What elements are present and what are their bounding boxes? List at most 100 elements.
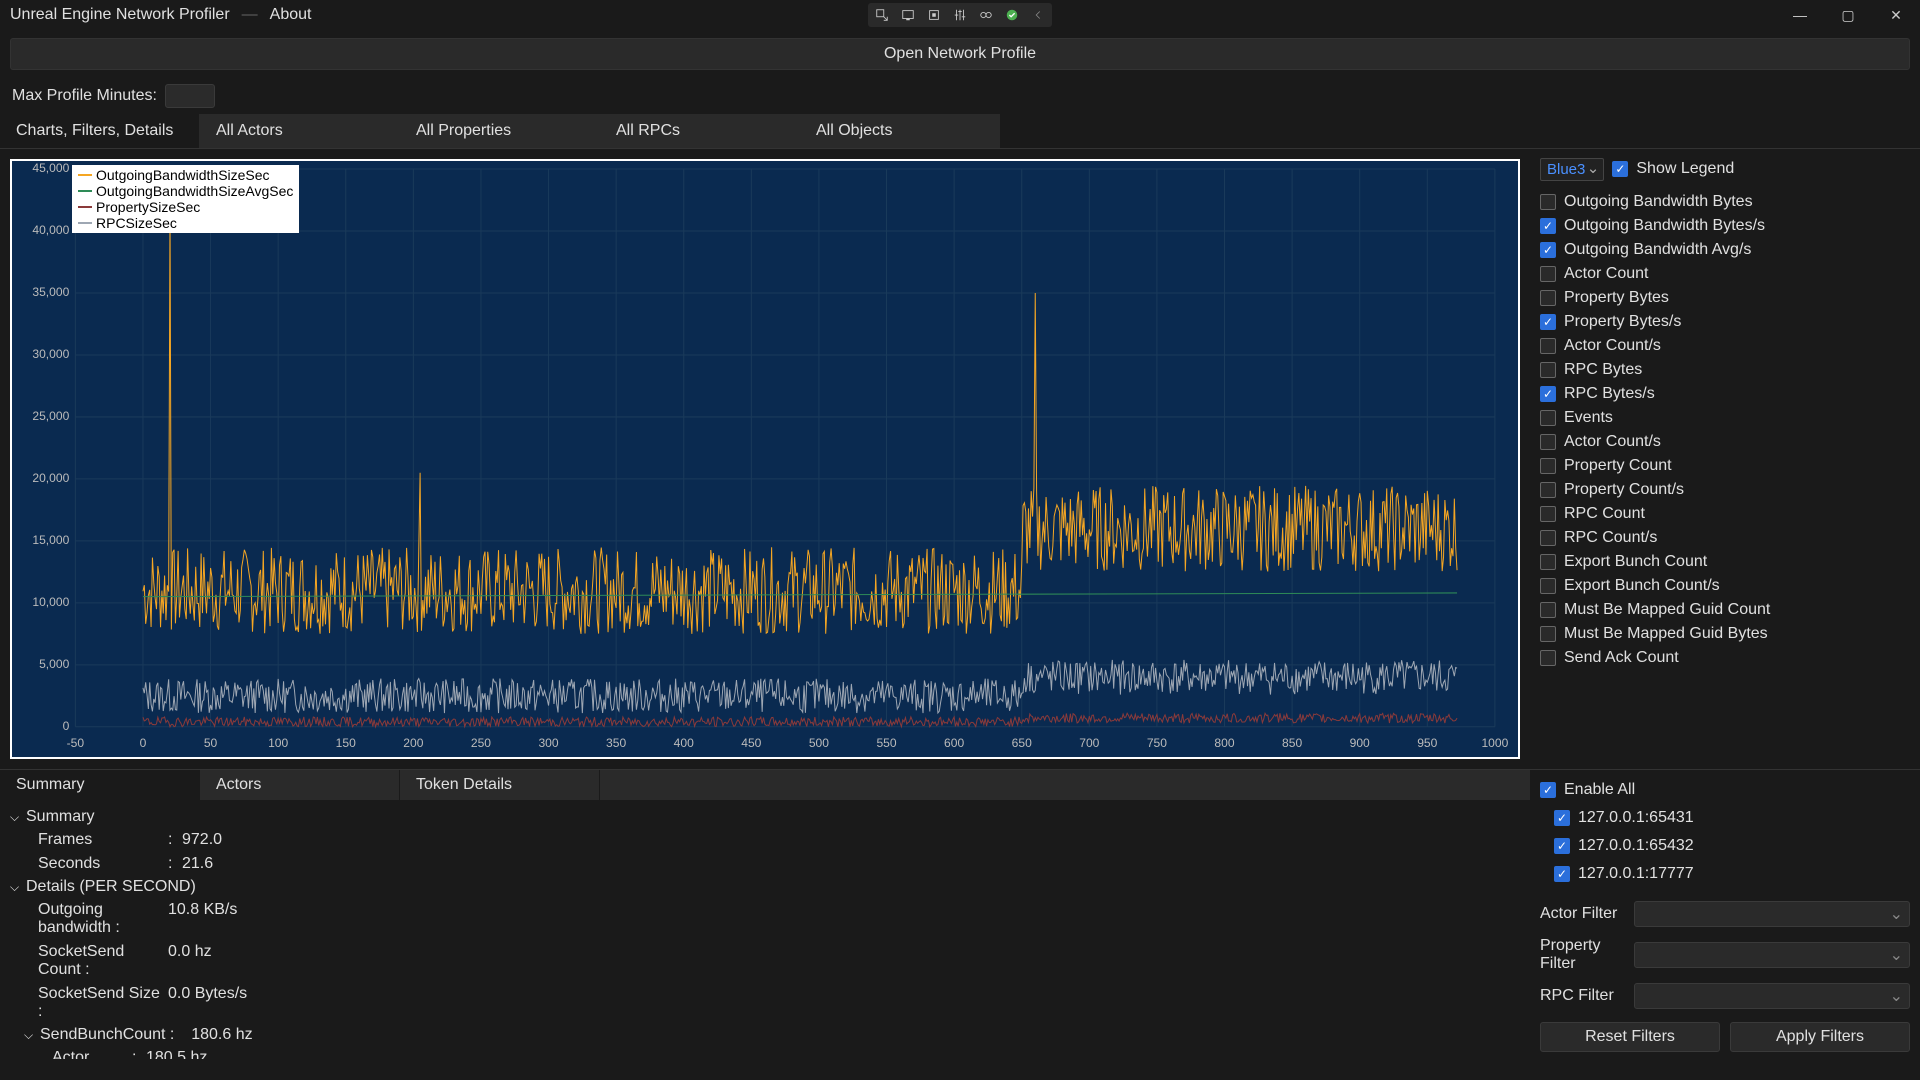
series-check-rpc-bytes[interactable]: RPC Bytes	[1540, 358, 1910, 382]
series-check-property-bytes-s[interactable]: Property Bytes/s	[1540, 310, 1910, 334]
tab-charts-filters-details[interactable]: Charts, Filters, Details	[0, 114, 200, 148]
series-check-outgoing-bandwidth-avg-s[interactable]: Outgoing Bandwidth Avg/s	[1540, 238, 1910, 262]
tab-all-properties[interactable]: All Properties	[400, 114, 600, 148]
svg-text:15,000: 15,000	[32, 533, 69, 547]
app-title: Unreal Engine Network Profiler	[10, 6, 230, 24]
series-check-must-be-mapped-guid-bytes[interactable]: Must Be Mapped Guid Bytes	[1540, 622, 1910, 646]
series-check-send-ack-count[interactable]: Send Ack Count	[1540, 646, 1910, 670]
svg-text:100: 100	[268, 736, 288, 750]
series-check-outgoing-bandwidth-bytes-s[interactable]: Outgoing Bandwidth Bytes/s	[1540, 214, 1910, 238]
enable-all-checkbox[interactable]: Enable All	[1540, 778, 1910, 802]
svg-text:30,000: 30,000	[32, 347, 69, 361]
details-panel: SummaryActorsToken Details Summary Frame…	[0, 770, 1530, 1059]
svg-text:500: 500	[809, 736, 829, 750]
svg-text:0: 0	[63, 719, 70, 733]
series-check-actor-count-s[interactable]: Actor Count/s	[1540, 430, 1910, 454]
series-check-outgoing-bandwidth-bytes[interactable]: Outgoing Bandwidth Bytes	[1540, 190, 1910, 214]
summary-body: Summary Frames:972.0 Seconds:21.6 Detail…	[0, 800, 1530, 1059]
svg-text:-50: -50	[67, 736, 85, 750]
svg-text:400: 400	[674, 736, 694, 750]
sendbunch-header[interactable]: SendBunchCount : 180.6 hz	[10, 1024, 1520, 1046]
svg-text:50: 50	[204, 736, 218, 750]
property-filter-select[interactable]	[1634, 942, 1910, 968]
series-check-property-count-s[interactable]: Property Count/s	[1540, 478, 1910, 502]
chevron-left-icon[interactable]	[1026, 5, 1050, 25]
chart-area: 05,00010,00015,00020,00025,00030,00035,0…	[0, 149, 1530, 769]
svg-text:950: 950	[1417, 736, 1437, 750]
btab-actors[interactable]: Actors	[200, 770, 400, 800]
about-menu[interactable]: About	[270, 6, 312, 24]
series-check-actor-count[interactable]: Actor Count	[1540, 262, 1910, 286]
close-button[interactable]: ✕	[1876, 1, 1916, 29]
svg-text:20,000: 20,000	[32, 471, 69, 485]
tool-icon-4[interactable]	[948, 5, 972, 25]
svg-text:650: 650	[1012, 736, 1032, 750]
filter-panel: Enable All 127.0.0.1:65431 127.0.0.1:6543…	[1530, 770, 1920, 1059]
svg-text:750: 750	[1147, 736, 1167, 750]
apply-filters-button[interactable]: Apply Filters	[1730, 1022, 1910, 1052]
svg-text:40,000: 40,000	[32, 223, 69, 237]
summary-header[interactable]: Summary	[10, 806, 1520, 828]
svg-text:850: 850	[1282, 736, 1302, 750]
reset-filters-button[interactable]: Reset Filters	[1540, 1022, 1720, 1052]
max-profile-input[interactable]	[165, 84, 215, 108]
svg-text:250: 250	[471, 736, 491, 750]
svg-text:350: 350	[606, 736, 626, 750]
connection-127-0-0-1-65431[interactable]: 127.0.0.1:65431	[1554, 806, 1910, 830]
series-check-property-count[interactable]: Property Count	[1540, 454, 1910, 478]
maximize-button[interactable]: ▢	[1828, 1, 1868, 29]
color-scheme-select[interactable]: Blue3	[1540, 158, 1604, 181]
tool-icon-2[interactable]	[896, 5, 920, 25]
svg-text:200: 200	[403, 736, 423, 750]
minimize-button[interactable]: —	[1780, 1, 1820, 29]
tab-all-rpcs[interactable]: All RPCs	[600, 114, 800, 148]
tool-icon-5[interactable]	[974, 5, 998, 25]
svg-text:45,000: 45,000	[32, 161, 69, 175]
svg-text:5,000: 5,000	[39, 657, 70, 671]
svg-text:0: 0	[140, 736, 147, 750]
svg-text:550: 550	[876, 736, 896, 750]
details-tabs: SummaryActorsToken Details	[0, 770, 1530, 800]
series-check-property-bytes[interactable]: Property Bytes	[1540, 286, 1910, 310]
status-ok-icon[interactable]	[1000, 5, 1024, 25]
chart-legend: OutgoingBandwidthSizeSecOutgoingBandwidt…	[72, 165, 299, 233]
tab-all-objects[interactable]: All Objects	[800, 114, 1000, 148]
open-network-profile-button[interactable]: Open Network Profile	[10, 38, 1910, 70]
details-header[interactable]: Details (PER SECOND)	[10, 876, 1520, 898]
svg-text:700: 700	[1079, 736, 1099, 750]
show-legend-checkbox[interactable]: Show Legend	[1612, 157, 1734, 181]
svg-text:900: 900	[1350, 736, 1370, 750]
series-check-rpc-count-s[interactable]: RPC Count/s	[1540, 526, 1910, 550]
tool-icon-1[interactable]	[870, 5, 894, 25]
series-check-rpc-count[interactable]: RPC Count	[1540, 502, 1910, 526]
svg-text:300: 300	[538, 736, 558, 750]
series-check-actor-count-s[interactable]: Actor Count/s	[1540, 334, 1910, 358]
connection-127-0-0-1-65432[interactable]: 127.0.0.1:65432	[1554, 834, 1910, 858]
svg-text:1000: 1000	[1481, 736, 1508, 750]
main-tabs: Charts, Filters, DetailsAll ActorsAll Pr…	[0, 114, 1920, 149]
series-check-rpc-bytes-s[interactable]: RPC Bytes/s	[1540, 382, 1910, 406]
chart-plot: 05,00010,00015,00020,00025,00030,00035,0…	[12, 161, 1518, 757]
btab-summary[interactable]: Summary	[0, 770, 200, 800]
svg-text:10,000: 10,000	[32, 595, 69, 609]
svg-text:450: 450	[741, 736, 761, 750]
series-check-events[interactable]: Events	[1540, 406, 1910, 430]
svg-text:800: 800	[1214, 736, 1234, 750]
series-check-export-bunch-count-s[interactable]: Export Bunch Count/s	[1540, 574, 1910, 598]
series-check-export-bunch-count[interactable]: Export Bunch Count	[1540, 550, 1910, 574]
tool-icon-3[interactable]	[922, 5, 946, 25]
toolbar-center	[868, 3, 1052, 27]
tab-all-actors[interactable]: All Actors	[200, 114, 400, 148]
chart-box[interactable]: 05,00010,00015,00020,00025,00030,00035,0…	[10, 159, 1520, 759]
series-check-must-be-mapped-guid-count[interactable]: Must Be Mapped Guid Count	[1540, 598, 1910, 622]
rpc-filter-select[interactable]	[1634, 983, 1910, 1009]
btab-token-details[interactable]: Token Details	[400, 770, 600, 800]
svg-text:35,000: 35,000	[32, 285, 69, 299]
max-profile-label: Max Profile Minutes:	[12, 87, 157, 105]
titlebar: Unreal Engine Network Profiler — About —…	[0, 0, 1920, 30]
actor-filter-select[interactable]	[1634, 901, 1910, 927]
svg-text:600: 600	[944, 736, 964, 750]
connection-127-0-0-1-17777[interactable]: 127.0.0.1:17777	[1554, 862, 1910, 886]
series-panel: Blue3 Show Legend Outgoing Bandwidth Byt…	[1530, 149, 1920, 769]
svg-text:150: 150	[336, 736, 356, 750]
